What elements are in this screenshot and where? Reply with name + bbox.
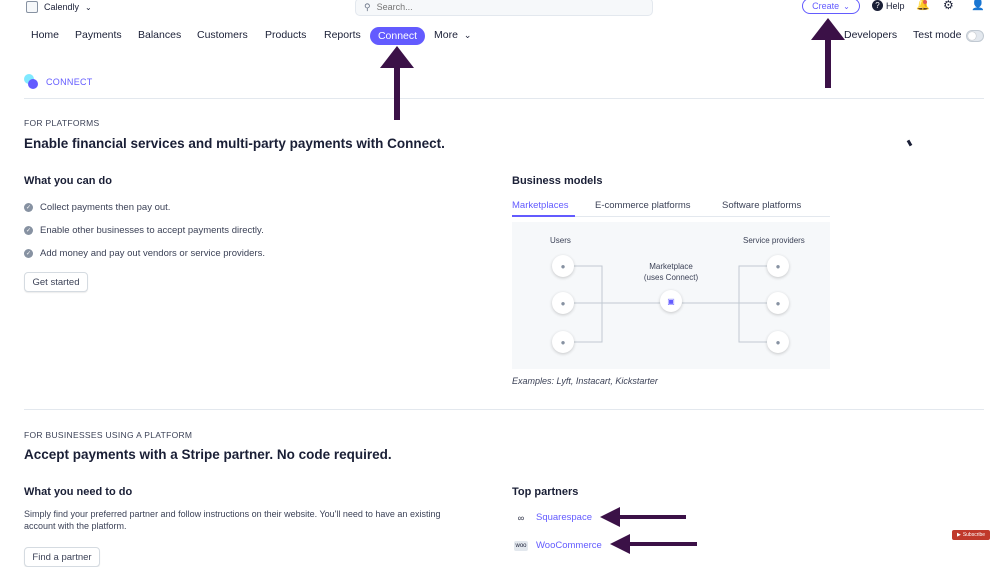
businesses-title: Accept payments with a Stripe partner. N… <box>24 447 392 462</box>
nav-item-payments[interactable]: Payments <box>75 29 122 41</box>
platforms-eyebrow: FOR PLATFORMS <box>24 118 100 128</box>
nav-item-balances[interactable]: Balances <box>138 29 181 41</box>
woocommerce-logo-icon: woo <box>514 540 528 551</box>
account-logo-icon <box>26 1 38 13</box>
test-mode-label: Test mode <box>913 29 962 41</box>
account-name: Calendly <box>44 2 80 12</box>
notification-dot <box>923 0 927 4</box>
squarespace-logo-icon: ∞ <box>517 512 525 523</box>
uses-connect-label: (uses Connect) <box>643 273 699 282</box>
chevron-down-icon: ⌄ <box>85 2 92 12</box>
top-bar: Calendly ⌄ ⚲ Create ⌄ ? Help 🔔 ⚙ 👤 <box>0 0 1000 18</box>
chevron-down-icon: ⌄ <box>843 1 850 11</box>
divider <box>24 409 984 410</box>
chevron-down-icon: ⌄ <box>463 30 472 40</box>
user-icon[interactable]: 👤 <box>971 0 985 11</box>
users-label: Users <box>550 236 571 245</box>
tab-software-platforms[interactable]: Software platforms <box>722 200 801 211</box>
search-bar[interactable]: ⚲ <box>355 0 653 16</box>
list-item: ✓ Add money and pay out vendors or servic… <box>24 242 265 265</box>
help-button[interactable]: ? Help <box>872 0 905 11</box>
nav-item-connect[interactable]: Connect <box>370 27 425 45</box>
partner-item-squarespace[interactable]: ∞ Squarespace <box>514 512 592 523</box>
marketplace-store-icon: ▣ <box>660 290 682 312</box>
provider-avatar-icon: ● <box>767 255 789 277</box>
find-partner-button[interactable]: Find a partner <box>24 547 100 567</box>
nav-item-products[interactable]: Products <box>265 29 306 41</box>
nav-item-more-label: More <box>434 29 458 41</box>
tab-marketplaces[interactable]: Marketplaces <box>512 200 569 211</box>
top-partners-title: Top partners <box>512 486 579 498</box>
play-icon: ▶ <box>956 532 961 538</box>
check-icon: ✓ <box>24 203 33 212</box>
capabilities-list: ✓ Collect payments then pay out. ✓ Enable … <box>24 196 265 265</box>
connect-logo-icon <box>24 74 38 90</box>
what-you-need-title: What you need to do <box>24 486 133 498</box>
connect-brand-label: CONNECT <box>46 77 93 87</box>
search-input[interactable] <box>376 2 577 12</box>
nav-item-customers[interactable]: Customers <box>197 29 248 41</box>
connect-brand: CONNECT <box>24 74 93 90</box>
create-label: Create <box>812 1 840 11</box>
nav-item-home[interactable]: Home <box>31 29 59 41</box>
main-nav: Home Payments Balances Customers Product… <box>0 24 1000 48</box>
nav-item-more[interactable]: More ⌄ <box>434 29 471 41</box>
annotation-arrows <box>380 18 845 554</box>
capability-text: Collect payments then pay out. <box>40 202 171 213</box>
user-avatar-icon: ● <box>552 292 574 314</box>
help-icon: ? <box>872 0 883 11</box>
capability-text: Add money and pay out vendors or service… <box>40 248 265 259</box>
tab-ecommerce-platforms[interactable]: E-commerce platforms <box>595 200 691 211</box>
examples-text: Examples: Lyft, Instacart, Kickstarter <box>512 376 658 386</box>
business-models-title: Business models <box>512 175 603 187</box>
account-switcher[interactable]: Calendly ⌄ <box>26 0 92 14</box>
partner-link[interactable]: Squarespace <box>536 512 592 523</box>
arrow-up-connect <box>380 46 414 120</box>
youtube-subscribe-badge[interactable]: ▶ Subscribe <box>952 530 990 540</box>
businesses-description: Simply find your preferred partner and f… <box>24 509 441 531</box>
marketplace-diagram: Users Service providers Marketplace (use… <box>512 222 830 369</box>
partner-item-woocommerce[interactable]: woo WooCommerce <box>514 540 602 551</box>
arrow-left-woocommerce <box>610 534 697 554</box>
get-started-button[interactable]: Get started <box>24 272 88 292</box>
help-label: Help <box>886 0 905 11</box>
check-icon: ✓ <box>24 249 33 258</box>
mouse-cursor-icon <box>906 139 913 147</box>
capability-text: Enable other businesses to accept paymen… <box>40 225 264 236</box>
provider-avatar-icon: ● <box>767 292 789 314</box>
partner-link[interactable]: WooCommerce <box>536 540 602 551</box>
businesses-eyebrow: FOR BUSINESSES USING A PLATFORM <box>24 430 193 440</box>
arrow-left-squarespace <box>600 507 686 527</box>
what-you-can-do-title: What you can do <box>24 175 112 187</box>
nav-item-reports[interactable]: Reports <box>324 29 361 41</box>
gear-icon[interactable]: ⚙ <box>943 0 954 11</box>
create-button[interactable]: Create ⌄ <box>802 0 860 14</box>
list-item: ✓ Enable other businesses to accept payme… <box>24 219 265 242</box>
subscribe-label: Subscribe <box>962 532 986 538</box>
test-mode-toggle[interactable] <box>966 30 984 42</box>
service-providers-label: Service providers <box>743 236 805 245</box>
user-avatar-icon: ● <box>552 255 574 277</box>
search-icon: ⚲ <box>364 1 371 12</box>
user-avatar-icon: ● <box>552 331 574 353</box>
platforms-title: Enable financial services and multi-part… <box>24 136 445 151</box>
provider-avatar-icon: ● <box>767 331 789 353</box>
check-icon: ✓ <box>24 226 33 235</box>
nav-item-developers[interactable]: Developers <box>844 29 897 41</box>
list-item: ✓ Collect payments then pay out. <box>24 196 265 219</box>
marketplace-label: Marketplace <box>649 262 693 271</box>
active-tab-indicator <box>512 215 575 217</box>
divider <box>24 98 984 99</box>
